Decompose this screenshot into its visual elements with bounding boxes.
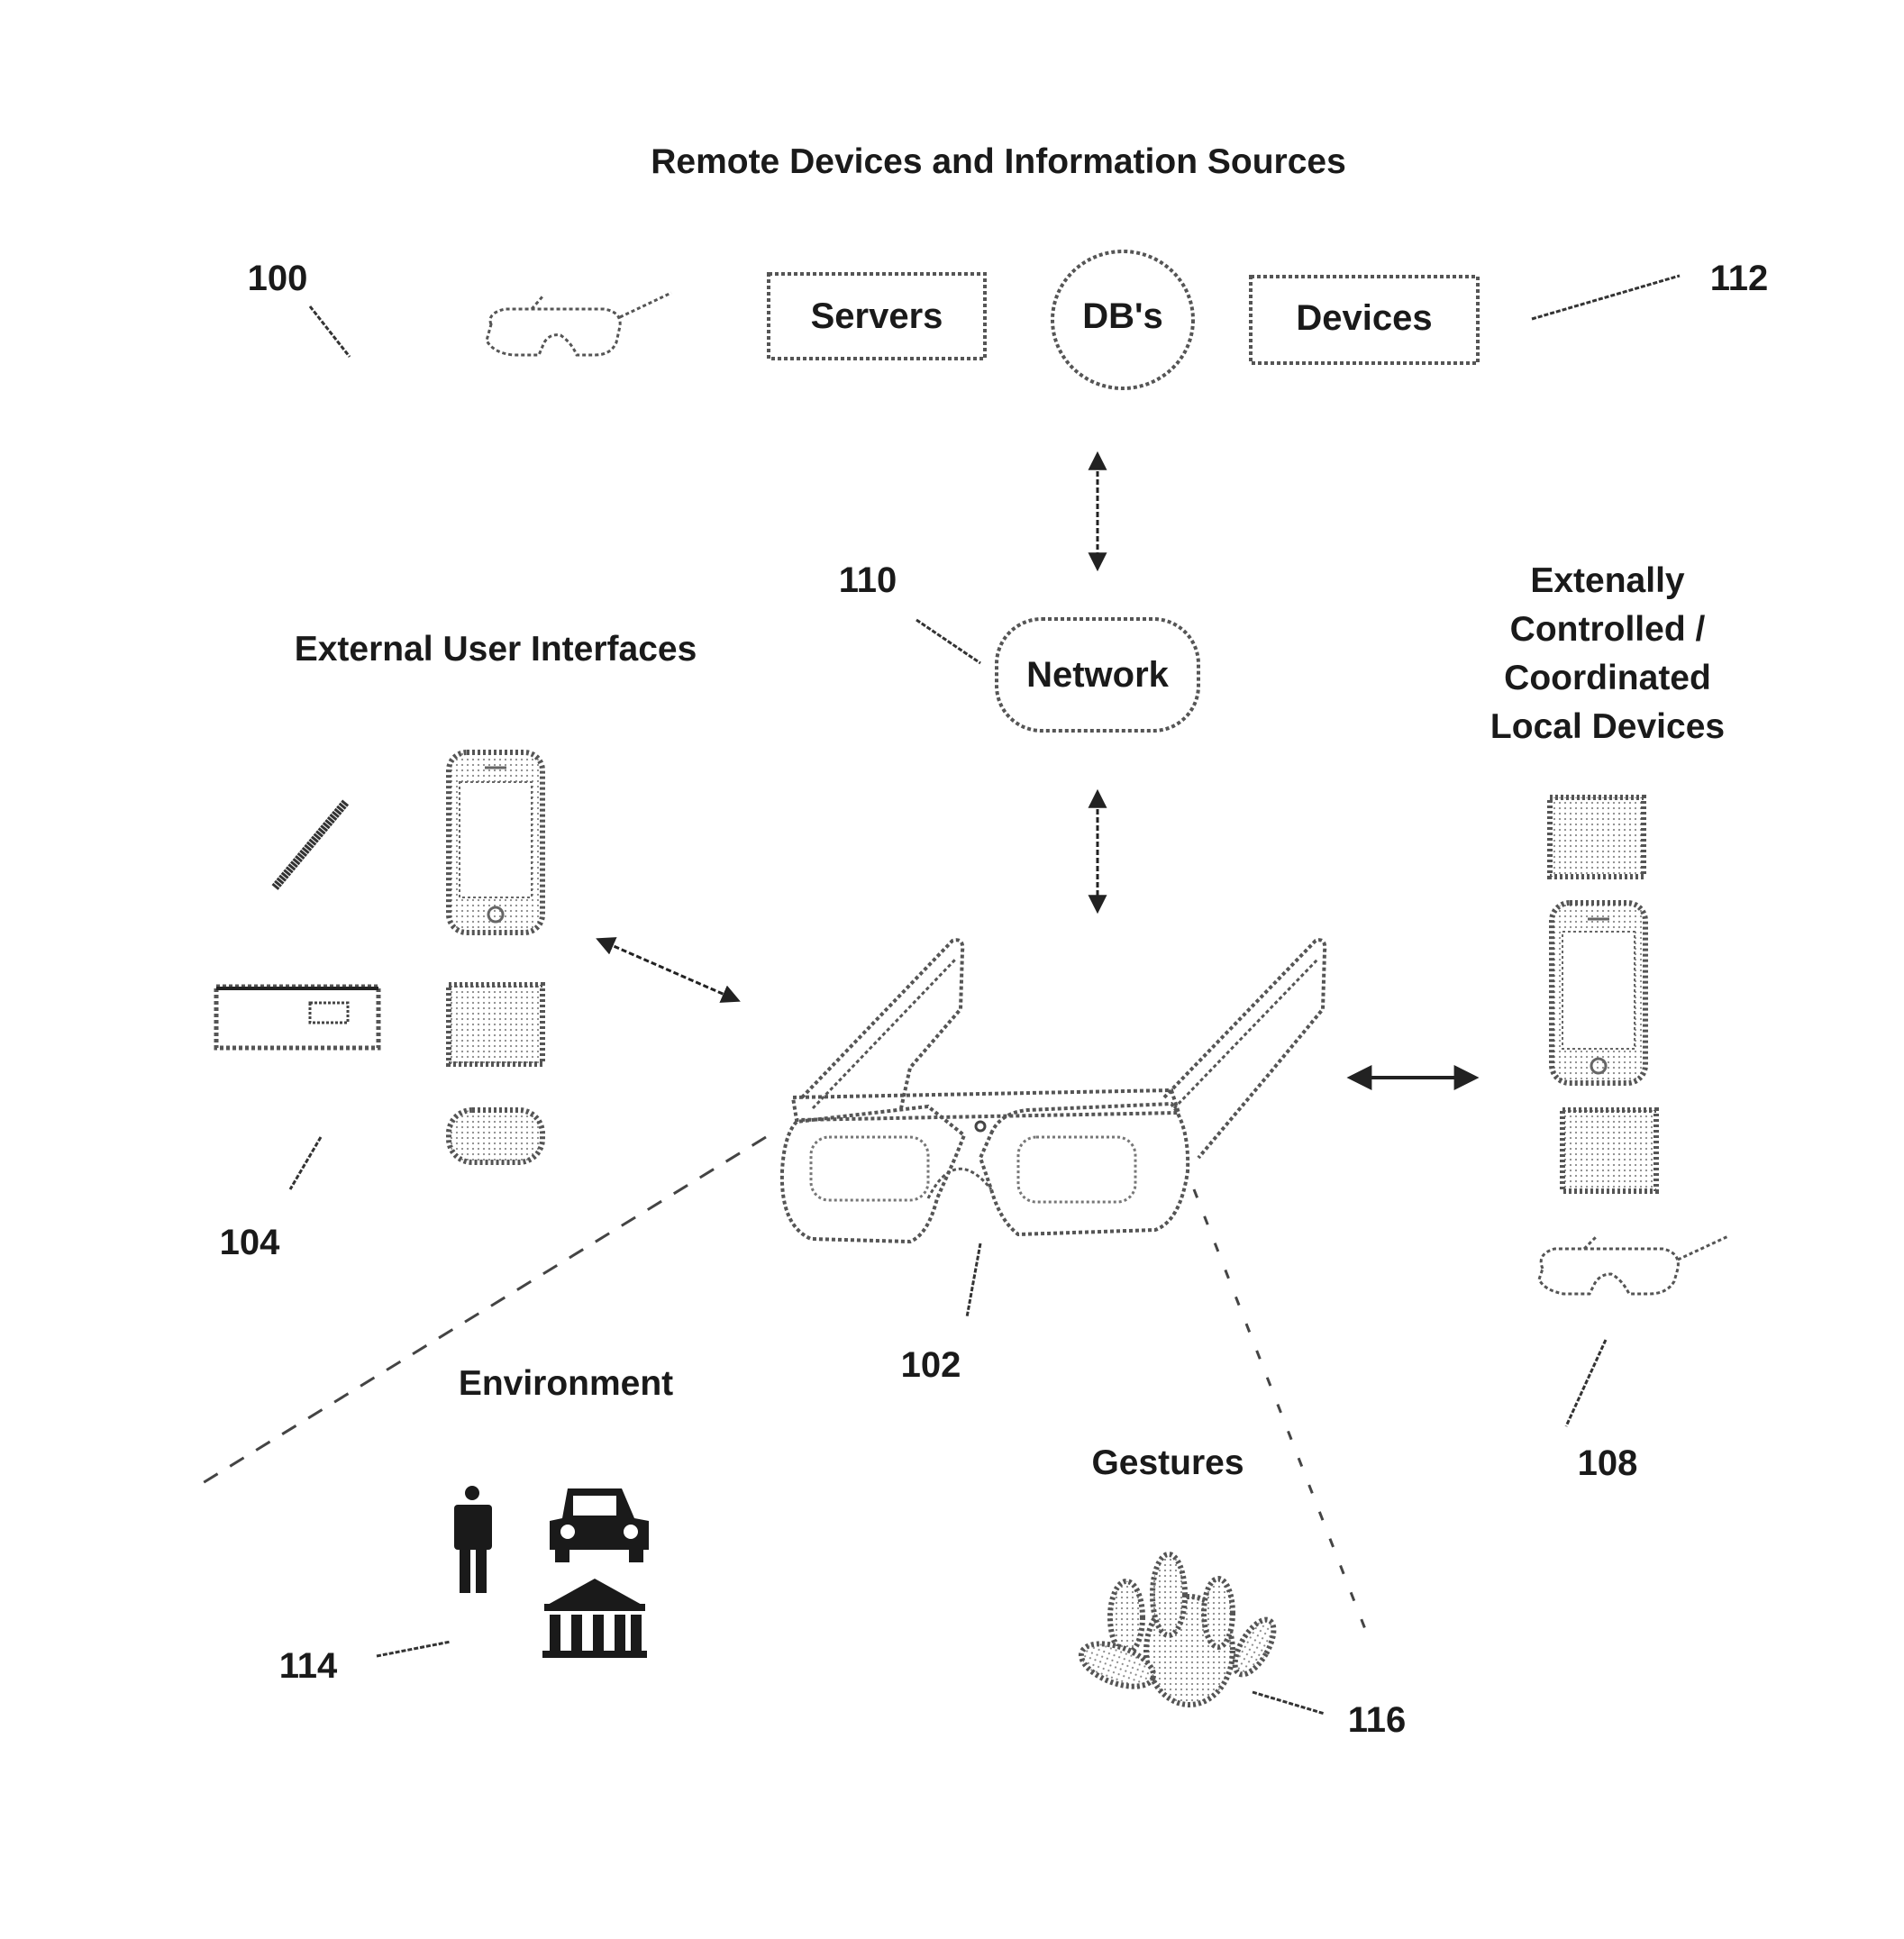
leader-line-110 — [916, 618, 981, 665]
local-devices-line-4: Local Devices — [1490, 707, 1725, 746]
ref-108: 108 — [1578, 1443, 1638, 1483]
ref-114: 114 — [279, 1646, 338, 1686]
environment-heading: Environment — [459, 1364, 673, 1403]
stylus-icon — [271, 799, 350, 890]
local-square-device-icon — [1547, 795, 1646, 879]
devices-box: Devices — [1249, 275, 1480, 365]
car-icon — [550, 1488, 649, 1562]
leader-line-112 — [1531, 274, 1681, 321]
local-devices-line-3: Coordinated — [1504, 659, 1711, 697]
rounded-device-icon — [446, 1107, 545, 1165]
leader-line-104 — [288, 1136, 323, 1190]
main-glasses-icon — [779, 938, 1327, 1244]
building-icon — [542, 1579, 647, 1658]
local-devices-heading: Extenally Controlled / Coordinated Local… — [1490, 561, 1725, 746]
servers-label: Servers — [811, 296, 943, 336]
servers-box: Servers — [767, 272, 987, 360]
ref-112: 112 — [1710, 259, 1769, 298]
local-square-device-icon-2 — [1560, 1107, 1659, 1194]
hand-icon — [1078, 1552, 1277, 1707]
system-diagram: Remote Devices and Information Sources 1… — [193, 142, 1769, 1740]
devices-label: Devices — [1296, 298, 1432, 338]
keyboard-device-icon — [214, 984, 381, 1051]
smartphone-icon — [446, 750, 545, 935]
leader-line-116 — [1252, 1690, 1326, 1716]
person-icon — [454, 1486, 492, 1593]
ref-116: 116 — [1348, 1700, 1407, 1740]
network-label: Network — [1026, 655, 1170, 695]
local-smartphone-icon — [1549, 900, 1648, 1086]
ref-102: 102 — [901, 1345, 961, 1385]
local-glasses-icon — [1537, 1234, 1729, 1296]
external-ui-heading: External User Interfaces — [295, 630, 697, 669]
environment-sightline — [193, 1135, 767, 1490]
dbs-label: DB's — [1082, 296, 1163, 336]
leader-line-114 — [376, 1640, 451, 1658]
square-device-icon — [446, 982, 545, 1067]
network-node: Network — [995, 617, 1200, 733]
local-devices-line-2: Controlled / — [1510, 610, 1706, 649]
leader-line-102 — [965, 1243, 982, 1318]
glasses-icon — [485, 291, 672, 357]
ref-100: 100 — [248, 259, 308, 298]
leader-line-108 — [1564, 1339, 1608, 1427]
diagram-title: Remote Devices and Information Sources — [651, 142, 1346, 181]
ref-104: 104 — [220, 1223, 280, 1262]
local-devices-line-1: Extenally — [1530, 561, 1685, 600]
ref-110: 110 — [839, 560, 897, 600]
gesture-sightline — [1192, 1188, 1367, 1630]
databases-circle: DB's — [1051, 250, 1195, 390]
leader-line-100 — [308, 305, 351, 358]
ui-glasses-arrow — [596, 937, 741, 1003]
gestures-heading: Gestures — [1091, 1443, 1244, 1482]
